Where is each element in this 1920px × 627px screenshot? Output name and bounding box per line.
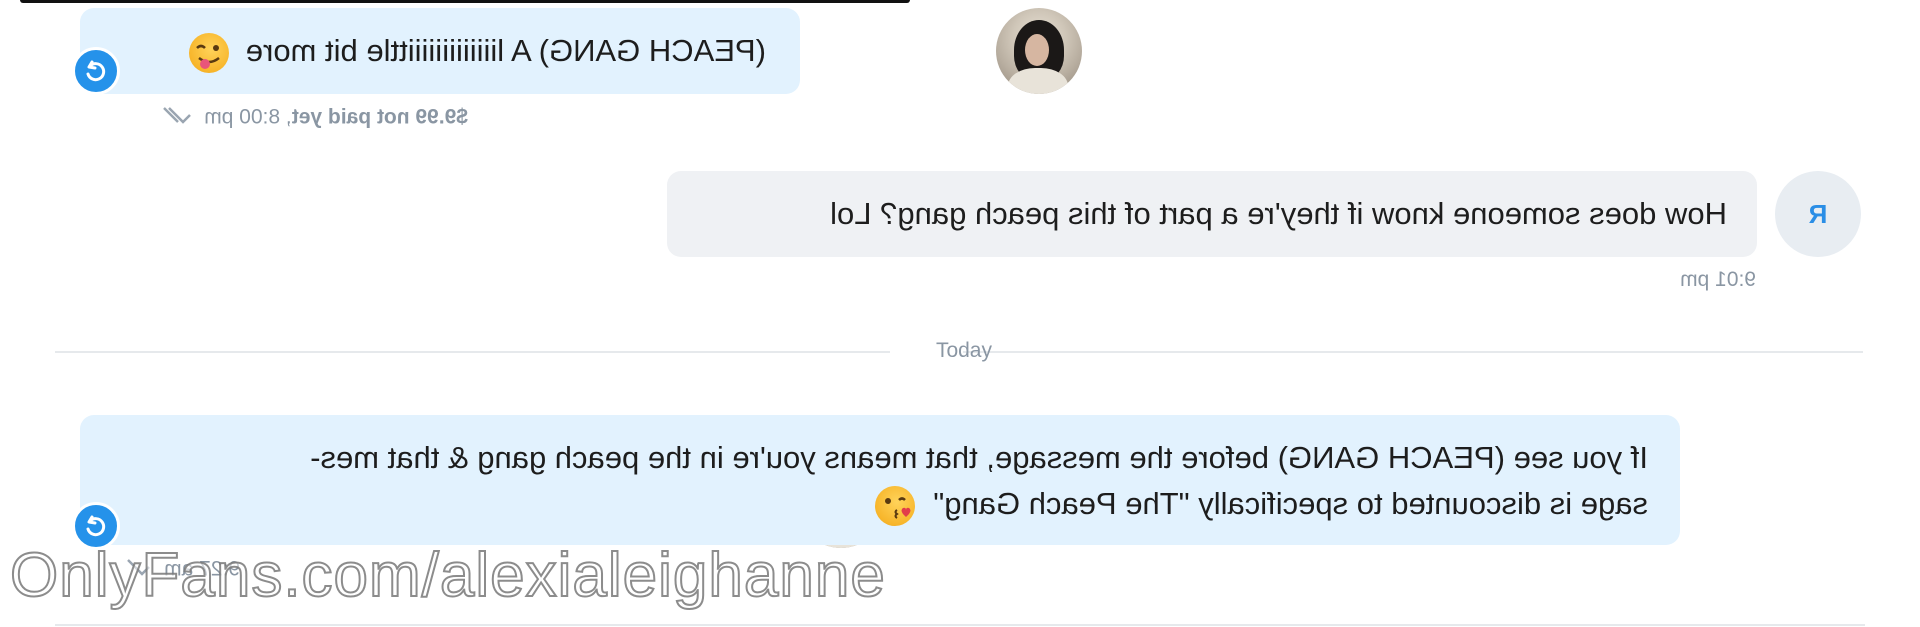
message-text: (PEACH GANG) A liiiiiiiiiiiiittle bit mo… (245, 33, 766, 68)
double-check-icon (154, 104, 192, 132)
price-status: $9.99 not paid yet (291, 105, 468, 129)
divider-line (55, 624, 1865, 626)
winking-tongue-emoji (189, 32, 230, 73)
avatar-letter: R (1808, 198, 1828, 229)
message-bubble[interactable]: If you see (PEACH GANG) before the messa… (80, 415, 1680, 545)
message-line: sage is discounted to specifically "The … (933, 486, 1648, 521)
message-line: If you see (PEACH GANG) before the messa… (310, 440, 1648, 475)
divider-line (963, 351, 1863, 353)
message-bubble[interactable]: (PEACH GANG) A liiiiiiiiiiiiittle bit mo… (80, 8, 800, 94)
user-avatar[interactable]: R (1775, 171, 1861, 257)
kissing-heart-emoji (874, 485, 915, 526)
message-time: 9:01 pm (1680, 268, 1756, 291)
divider-line (55, 351, 890, 353)
watermark-text: OnlyFans.com/alexialeighanne (9, 540, 886, 611)
creator-avatar[interactable] (996, 8, 1082, 94)
message-time: 8:00 pm (204, 105, 281, 129)
message-text: How does someone know if they're a part … (830, 196, 1727, 231)
reply-icon[interactable] (72, 47, 120, 95)
chat-thread: (PEACH GANG) A liiiiiiiiiiiiittle bit mo… (0, 0, 1920, 627)
message-meta: $9.99 not paid yet, 8:00 pm (154, 104, 468, 132)
date-divider-label: Today (935, 339, 992, 362)
message-bubble[interactable]: How does someone know if they're a part … (667, 171, 1757, 257)
media-preview-edge (20, 0, 910, 3)
